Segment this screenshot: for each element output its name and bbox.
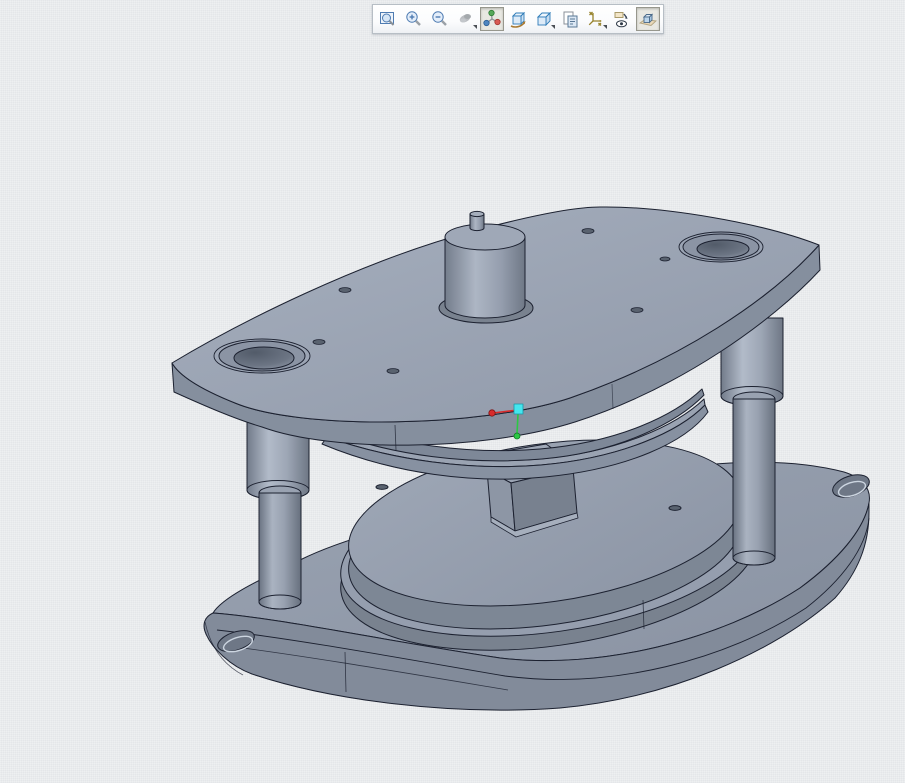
zoom-in-button[interactable] <box>402 7 426 31</box>
visibility-button[interactable] <box>610 7 634 31</box>
hide-show-items-button[interactable] <box>584 7 608 31</box>
zoom-in-icon <box>406 11 421 26</box>
die-dowel-hole-left[interactable] <box>375 484 389 490</box>
zoom-to-area-button[interactable] <box>376 7 400 31</box>
dropdown-arrow-icon <box>603 25 607 29</box>
guide-pillar-left[interactable] <box>246 419 310 610</box>
counterbore-hole-right[interactable] <box>678 231 764 263</box>
dropdown-arrow-icon <box>473 25 477 29</box>
standard-views-button[interactable] <box>532 7 556 31</box>
zoom-out-button[interactable] <box>428 7 452 31</box>
display-style-icon <box>563 11 578 28</box>
dropdown-arrow-icon <box>551 25 555 29</box>
pan-button[interactable] <box>454 7 478 31</box>
y-axis-tip <box>513 432 521 440</box>
shaded-with-edges-button[interactable] <box>636 7 660 31</box>
die-dowel-hole-right[interactable] <box>668 505 682 511</box>
shaded-cube-icon <box>638 13 658 26</box>
display-style-button[interactable] <box>558 7 582 31</box>
origin-marker <box>513 403 524 415</box>
zoom-to-area-icon <box>380 12 395 26</box>
rotate-view-button[interactable] <box>506 7 530 31</box>
view-toolbar <box>372 4 664 34</box>
zoom-out-icon <box>432 11 447 26</box>
rotate-view-icon <box>510 11 526 28</box>
orientation-triad-icon <box>483 9 501 27</box>
cad-application-window <box>0 0 905 783</box>
visibility-icon <box>614 12 628 28</box>
x-axis-tip <box>488 409 496 417</box>
counterbore-hole-left[interactable] <box>213 338 311 374</box>
orientation-triad-button[interactable] <box>480 7 504 31</box>
viewport-3d[interactable] <box>0 0 905 783</box>
